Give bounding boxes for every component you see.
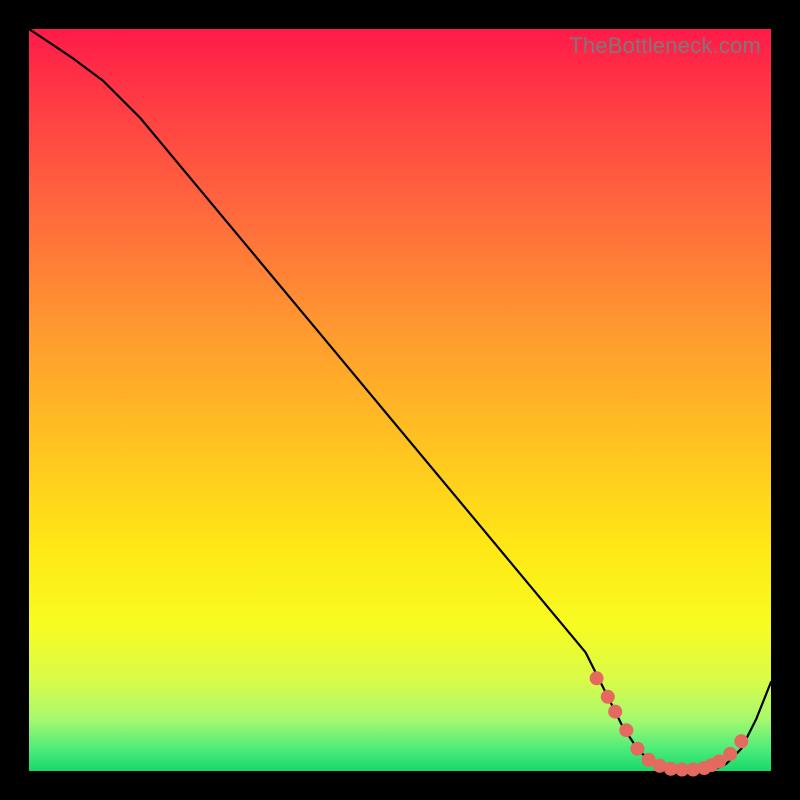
plot-area: TheBottleneck.com xyxy=(29,29,771,771)
chart-frame: TheBottleneck.com xyxy=(0,0,800,800)
highlight-dot xyxy=(630,742,644,756)
highlight-dot xyxy=(734,734,748,748)
highlight-dot xyxy=(601,690,615,704)
highlight-dots-group xyxy=(590,671,749,776)
highlight-dot xyxy=(590,671,604,685)
curve-svg xyxy=(29,29,771,771)
highlight-dot xyxy=(619,723,633,737)
highlight-dot xyxy=(723,747,737,761)
highlight-dot xyxy=(608,705,622,719)
bottleneck-curve-line xyxy=(29,29,771,771)
